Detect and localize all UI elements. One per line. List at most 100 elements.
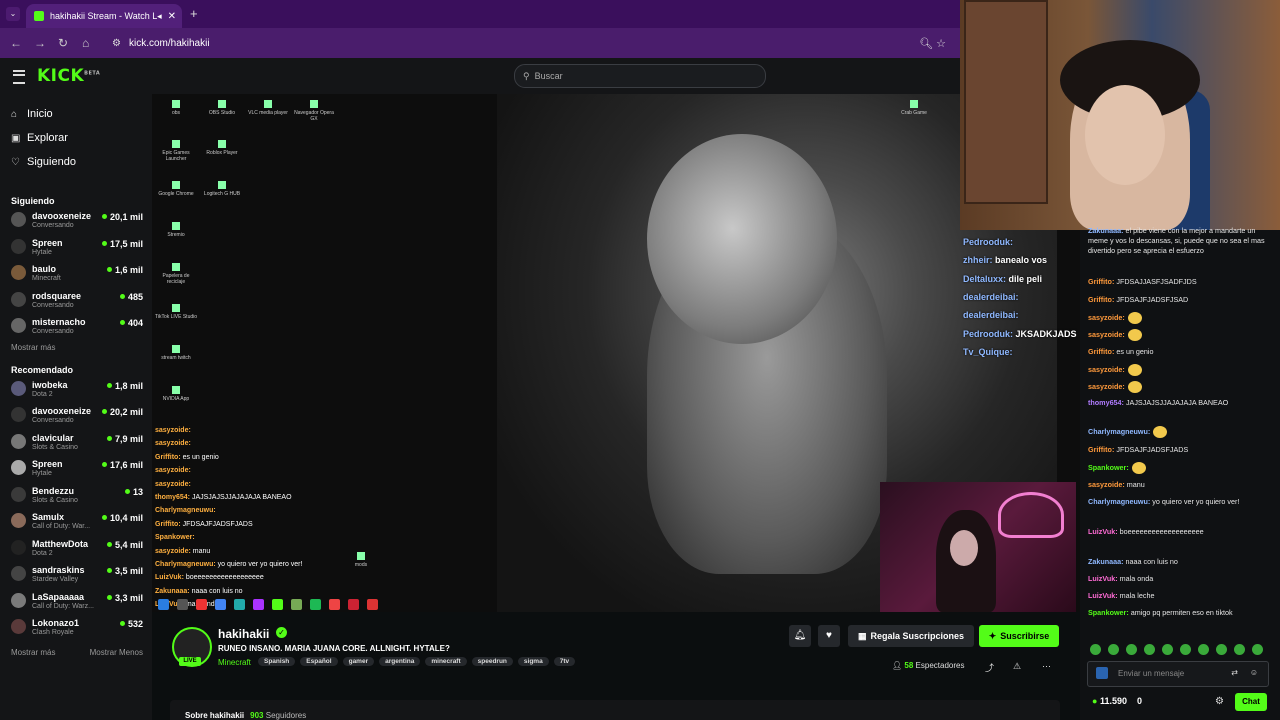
stream-category[interactable]: Minecraft <box>218 658 251 667</box>
stream-tag[interactable]: sigma <box>517 657 549 666</box>
emoji-icon[interactable]: ☺ <box>1250 668 1258 677</box>
stream-tag[interactable]: minecraft <box>425 657 467 666</box>
reload-icon[interactable]: ↻ <box>58 36 68 50</box>
show-more-link[interactable]: Mostrar más <box>0 341 152 355</box>
chat-username[interactable]: Charlymagneuwu: <box>1088 427 1150 436</box>
speaker-icon[interactable]: ◂ <box>157 11 162 22</box>
streamer-name[interactable]: hakihakii <box>218 627 269 641</box>
emote-icon[interactable] <box>1108 644 1119 655</box>
stream-tag[interactable]: gamer <box>342 657 375 666</box>
chat-username[interactable]: LuizVuk: <box>1088 574 1118 583</box>
chat-username[interactable]: Charlymagneuwu: <box>1088 497 1150 506</box>
chat-username[interactable]: Zakunaaa: <box>1088 226 1124 235</box>
desktop-icon[interactable]: Crab Game <box>892 100 936 116</box>
channel-item[interactable]: davooxeneize Conversando 20,1 mil <box>0 208 152 235</box>
desktop-icon[interactable]: TikTok LIVE Studio <box>154 304 198 320</box>
desktop-icon[interactable]: Navegador Opera GX <box>292 100 336 122</box>
channel-item[interactable]: rodsquaree Conversando 485 <box>0 288 152 315</box>
chat-username[interactable]: Griffito: <box>1088 295 1114 304</box>
channel-item[interactable]: Samulx Call of Duty: War... 10,4 mil <box>0 509 152 536</box>
menu-icon[interactable] <box>13 70 25 84</box>
channel-item[interactable]: MatthewDota Dota 2 5,4 mil <box>0 536 152 563</box>
nav-inicio[interactable]: ⌂ Inicio <box>0 102 152 126</box>
follow-heart-button[interactable]: ♥ <box>818 625 840 647</box>
show-more-bottom-link[interactable]: Mostrar más <box>11 648 55 657</box>
chat-username[interactable]: sasyzoide: <box>1088 313 1125 322</box>
desktop-icon[interactable]: VLC media player <box>246 100 290 116</box>
nav-explorar[interactable]: ▣ Explorar <box>0 126 152 150</box>
chat-input[interactable]: Enviar un mensaje ⇄ ☺ <box>1087 661 1269 687</box>
channel-item[interactable]: Lokonazo1 Clash Royale 532 <box>0 615 152 642</box>
kick-logo[interactable]: KICKBETA <box>37 66 100 86</box>
desktop-icon[interactable]: Epic Games Launcher <box>154 140 198 162</box>
tab-search-icon[interactable]: ⌄ <box>6 7 20 21</box>
chat-username[interactable]: sasyzoide: <box>1088 365 1125 374</box>
desktop-icon[interactable]: obs <box>154 100 198 116</box>
channel-item[interactable]: clavicular Slots & Casino 7,9 mil <box>0 430 152 457</box>
desktop-icon[interactable]: Logitech G HUB <box>200 181 244 197</box>
stream-tag[interactable]: argentina <box>379 657 421 666</box>
stream-tag[interactable]: speedrun <box>471 657 513 666</box>
notification-bell-button[interactable]: 🔔︎ <box>789 625 811 647</box>
emote-icon[interactable] <box>1090 644 1101 655</box>
home-icon[interactable]: ⌂ <box>82 36 89 50</box>
chat-username[interactable]: thomy654: <box>1088 398 1124 407</box>
desktop-icon[interactable]: NVIDIA App <box>154 386 198 402</box>
emote-icon[interactable] <box>1198 644 1209 655</box>
show-less-link[interactable]: Mostrar Menos <box>90 648 143 657</box>
desktop-icon[interactable]: Papelera de reciclaje <box>154 263 198 285</box>
chat-username[interactable]: sasyzoide: <box>1088 382 1125 391</box>
desktop-icon[interactable]: Roblox Player <box>200 140 244 156</box>
chat-username[interactable]: Griffito: <box>1088 277 1114 286</box>
site-info-icon[interactable]: ⚙ <box>112 38 121 49</box>
stream-tag[interactable]: Español <box>300 657 338 666</box>
chat-username[interactable]: sasyzoide: <box>1088 330 1125 339</box>
stream-tag[interactable]: 7tv <box>553 657 576 666</box>
channel-item[interactable]: misternacho Conversando 404 <box>0 314 152 341</box>
back-icon[interactable]: ← <box>10 36 22 50</box>
url-field[interactable]: ⚙ kick.com/hakihakii 🔍︎ ☆ <box>106 33 956 53</box>
chat-username[interactable]: Zakunaaa: <box>1088 557 1124 566</box>
nav-siguiendo[interactable]: ♡ Siguiendo <box>0 150 152 174</box>
emote-icon[interactable] <box>1162 644 1173 655</box>
channel-item[interactable]: Spreen Hytale 17,5 mil <box>0 235 152 262</box>
desktop-icon[interactable]: stream twitch <box>154 345 198 361</box>
emote-icon[interactable] <box>1180 644 1191 655</box>
emote-icon[interactable] <box>1216 644 1227 655</box>
share-icon[interactable]: ⤴ <box>985 661 994 674</box>
new-tab-icon[interactable]: + <box>190 6 198 21</box>
chat-settings-icon[interactable]: ⚙ <box>1215 696 1224 707</box>
chat-username[interactable]: sasyzoide: <box>1088 480 1125 489</box>
emote-icon[interactable] <box>1126 644 1137 655</box>
close-tab-icon[interactable]: ✕ <box>168 11 176 22</box>
channel-item[interactable]: LaSapaaaaa Call of Duty: Warz... 3,3 mil <box>0 589 152 616</box>
kick-emote-icon[interactable] <box>1096 667 1108 679</box>
channel-item[interactable]: baulo Minecraft 1,6 mil <box>0 261 152 288</box>
subscribe-button[interactable]: ✦ Suscribirse <box>979 625 1059 647</box>
channel-item[interactable]: davooxeneize Conversando 20,2 mil <box>0 403 152 430</box>
browser-tab[interactable]: hakihakii Stream - Watch L ◂ ✕ <box>26 4 182 28</box>
chat-username[interactable]: Griffito: <box>1088 347 1114 356</box>
chat-username[interactable]: Spankower: <box>1088 608 1129 617</box>
channel-points[interactable]: ● 11.590 0 <box>1092 696 1142 706</box>
report-icon[interactable]: ⚠ <box>1013 661 1021 672</box>
channel-item[interactable]: Bendezzu Slots & Casino 13 <box>0 483 152 510</box>
emote-icon[interactable] <box>1234 644 1245 655</box>
chat-username[interactable]: Spankower: <box>1088 463 1129 472</box>
desktop-icon[interactable]: Stremio <box>154 222 198 238</box>
emote-icon[interactable] <box>1252 644 1263 655</box>
chat-username[interactable]: LuizVuk: <box>1088 591 1118 600</box>
channel-item[interactable]: sandraskins Stardew Valley 3,5 mil <box>0 562 152 589</box>
chat-send-button[interactable]: Chat <box>1235 693 1267 711</box>
translate-icon[interactable]: ⇄ <box>1231 668 1238 677</box>
gift-subs-button[interactable]: ▦ Regala Suscripciones <box>848 625 974 647</box>
zoom-bookmark-icons[interactable]: 🔍︎ ☆ <box>919 37 946 50</box>
desktop-icon[interactable]: mods <box>339 552 383 568</box>
emote-icon[interactable] <box>1144 644 1155 655</box>
channel-item[interactable]: Spreen Hytale 17,6 mil <box>0 456 152 483</box>
more-options-icon[interactable]: ⋯ <box>1042 661 1051 672</box>
chat-username[interactable]: Griffito: <box>1088 445 1114 454</box>
desktop-icon[interactable]: Google Chrome <box>154 181 198 197</box>
channel-item[interactable]: iwobeka Dota 2 1,8 mil <box>0 377 152 404</box>
forward-icon[interactable]: → <box>34 36 46 50</box>
